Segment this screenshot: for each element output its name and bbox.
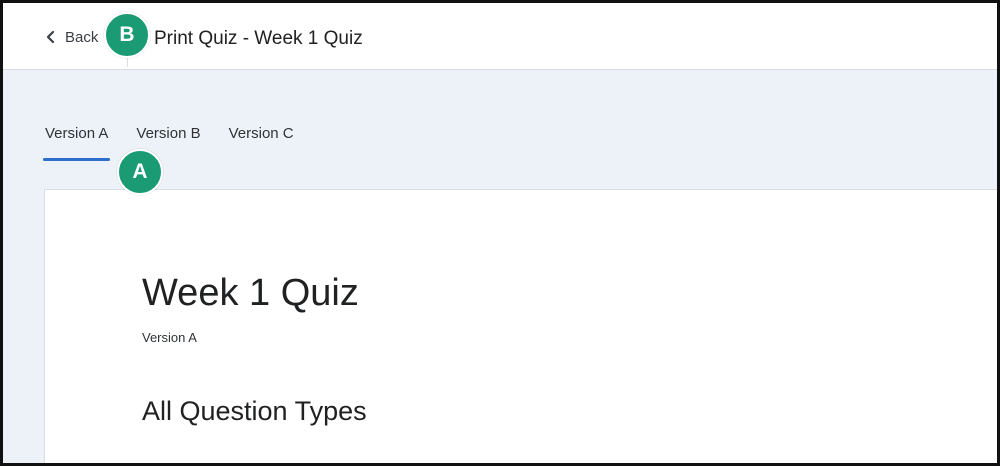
chevron-left-icon [43,29,59,45]
quiz-preview-card: Week 1 Quiz Version A All Question Types [44,189,997,463]
callout-badge-b: B [104,12,150,58]
tab-version-a[interactable]: Version A [43,121,111,161]
callout-badge-a: A [117,149,163,195]
back-label: Back [65,28,99,46]
section-heading: All Question Types [142,396,367,426]
version-tabs: Version A Version B Version C [43,121,320,161]
back-button[interactable]: Back [43,26,98,48]
screenshot-frame: Back Print Quiz - Week 1 Quiz Version A … [0,0,1000,466]
page-title: Print Quiz - Week 1 Quiz [154,28,363,49]
page-header: Back Print Quiz - Week 1 Quiz [3,3,997,70]
tab-version-c[interactable]: Version C [227,121,296,155]
quiz-title: Week 1 Quiz [142,272,359,314]
version-label: Version A [142,330,197,345]
